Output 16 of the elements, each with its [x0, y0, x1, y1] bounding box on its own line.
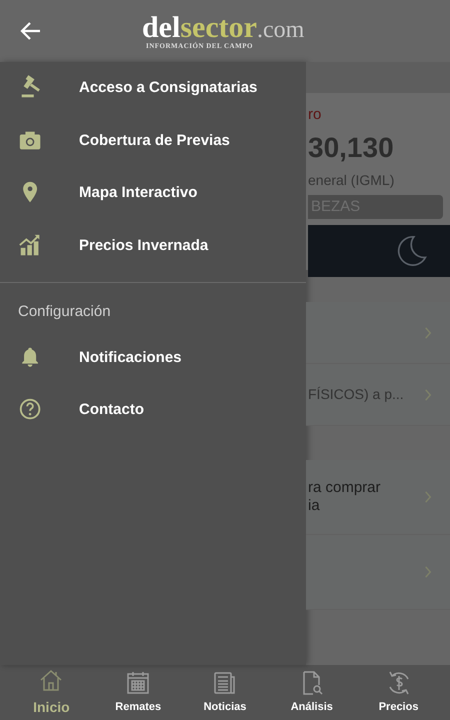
nav-tab[interactable]: Precios	[355, 669, 442, 716]
nav-tab[interactable]: Inicio	[8, 667, 95, 718]
drawer-item[interactable]: Precios Invernada	[0, 220, 306, 272]
section-heading: Configuración	[17, 302, 111, 322]
drawer-item[interactable]: Cobertura de Previas	[0, 114, 306, 167]
drawer-item[interactable]: Acceso a Consignatarias	[0, 62, 306, 114]
drawer-item[interactable]: Contacto	[0, 384, 306, 436]
indicator-value: 30,130	[308, 131, 394, 165]
nav-tab[interactable]: Análisis	[268, 669, 356, 716]
drawer-item[interactable]: Mapa Interactivo	[0, 167, 306, 220]
drawer-item[interactable]: Notificaciones	[0, 332, 306, 384]
logo: delsector.com	[142, 12, 304, 42]
indicator-label: ro	[308, 105, 322, 125]
list-item-text: ra comprar ia	[307, 479, 381, 515]
nav-tab[interactable]: Noticias	[182, 669, 268, 716]
nav-tab[interactable]: Remates	[94, 669, 182, 716]
